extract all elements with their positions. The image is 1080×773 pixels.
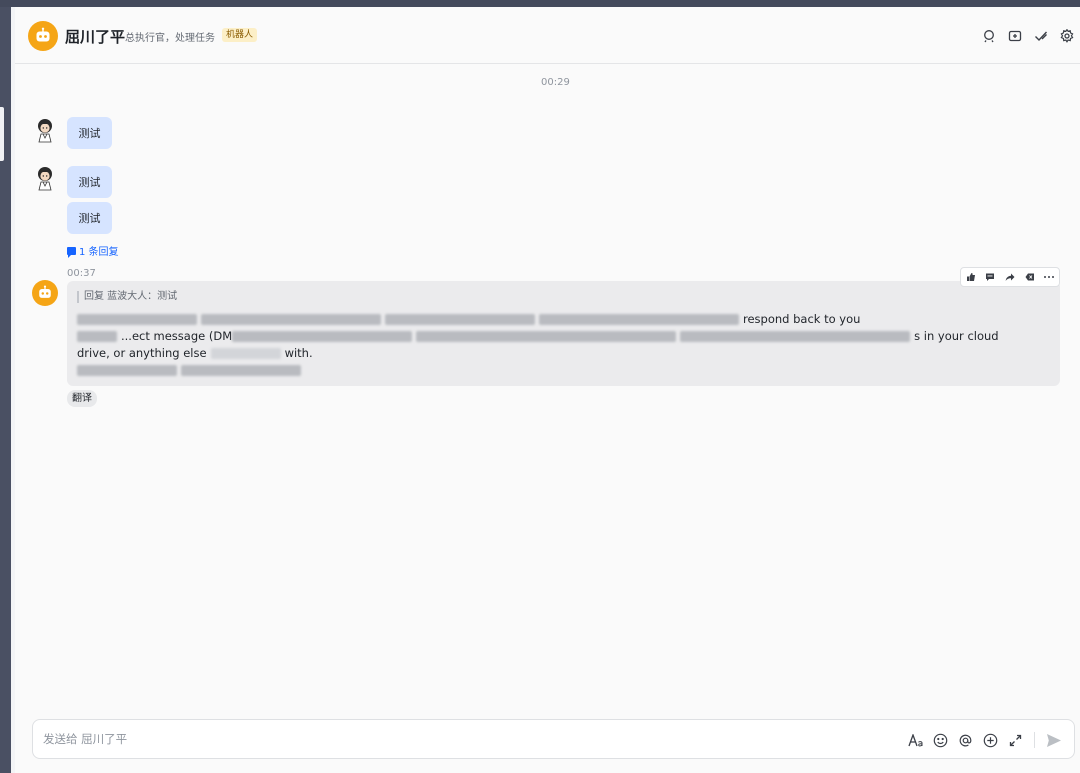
message-input[interactable]	[43, 730, 643, 748]
bot-badge: 机器人	[222, 28, 258, 42]
bot-message-card[interactable]: 回复 蓝波大人：测试 respond back to you ...ect me…	[67, 281, 1060, 386]
user-avatar[interactable]	[32, 165, 58, 191]
expand-icon[interactable]	[1003, 730, 1028, 750]
message-line: respond back to you	[77, 311, 1052, 328]
message-line: drive, or anything else with.	[77, 345, 1052, 362]
delete-icon[interactable]	[1021, 269, 1039, 285]
user-avatar[interactable]	[32, 117, 58, 143]
translate-button[interactable]: 翻译	[67, 390, 97, 407]
sidebar-selected-indicator	[0, 107, 4, 161]
more-icon[interactable]	[1040, 269, 1058, 285]
message-actions-toolbar	[960, 267, 1060, 287]
quoted-reply[interactable]: 回复 蓝波大人：测试	[77, 291, 177, 303]
window-top-bar	[0, 0, 1080, 7]
message-line	[77, 362, 1052, 379]
chat-pane: 屈川了平 总执行官，处理任务 机器人 00:29 测试 测试 测试 1 条回复 …	[15, 7, 1080, 773]
thread-reply-link[interactable]: 1 条回复	[67, 243, 119, 258]
checkmark-icon[interactable]	[1028, 27, 1054, 45]
thumbs-up-icon[interactable]	[962, 269, 980, 285]
forward-icon[interactable]	[1001, 269, 1019, 285]
message-timestamp: 00:29	[541, 77, 570, 88]
message-bubble[interactable]: 测试	[67, 166, 112, 198]
message-bubble[interactable]: 测试	[67, 202, 112, 234]
robot-icon	[39, 285, 51, 298]
add-tab-icon[interactable]	[1002, 27, 1028, 45]
text-fragment: with.	[284, 346, 313, 360]
message-composer	[32, 719, 1075, 759]
robot-icon	[36, 27, 50, 42]
add-icon[interactable]	[978, 730, 1003, 750]
bot-message-text: respond back to you ...ect message (DM s …	[77, 311, 1052, 379]
text-fragment: ...ect message (DM	[121, 329, 233, 343]
comment-icon[interactable]	[981, 269, 999, 285]
message-line: ...ect message (DM s in your cloud	[77, 328, 1052, 345]
sidebar-edge	[0, 7, 11, 773]
text-fragment: respond back to you	[743, 312, 861, 326]
text-format-icon[interactable]	[903, 730, 928, 750]
text-fragment: drive, or anything else	[77, 346, 207, 360]
chat-title[interactable]: 屈川了平	[65, 26, 125, 47]
bot-avatar[interactable]	[28, 21, 58, 51]
reply-count: 1 条回复	[79, 247, 119, 258]
send-icon[interactable]	[1041, 730, 1066, 750]
chat-subtitle: 总执行官，处理任务	[125, 33, 215, 44]
comment-icon	[67, 246, 76, 258]
composer-toolbar	[903, 730, 1066, 750]
toolbar-divider	[1034, 732, 1035, 748]
mention-icon[interactable]	[953, 730, 978, 750]
text-fragment: s in your cloud	[914, 329, 999, 343]
bot-avatar[interactable]	[32, 280, 58, 306]
emoji-icon[interactable]	[928, 730, 953, 750]
message-timestamp: 00:37	[67, 268, 96, 279]
settings-icon[interactable]	[1054, 27, 1080, 45]
message-bubble[interactable]: 测试	[67, 117, 112, 149]
header-toolbar	[976, 27, 1080, 45]
search-icon[interactable]	[976, 27, 1002, 45]
chat-header: 屈川了平 总执行官，处理任务 机器人	[15, 7, 1080, 64]
